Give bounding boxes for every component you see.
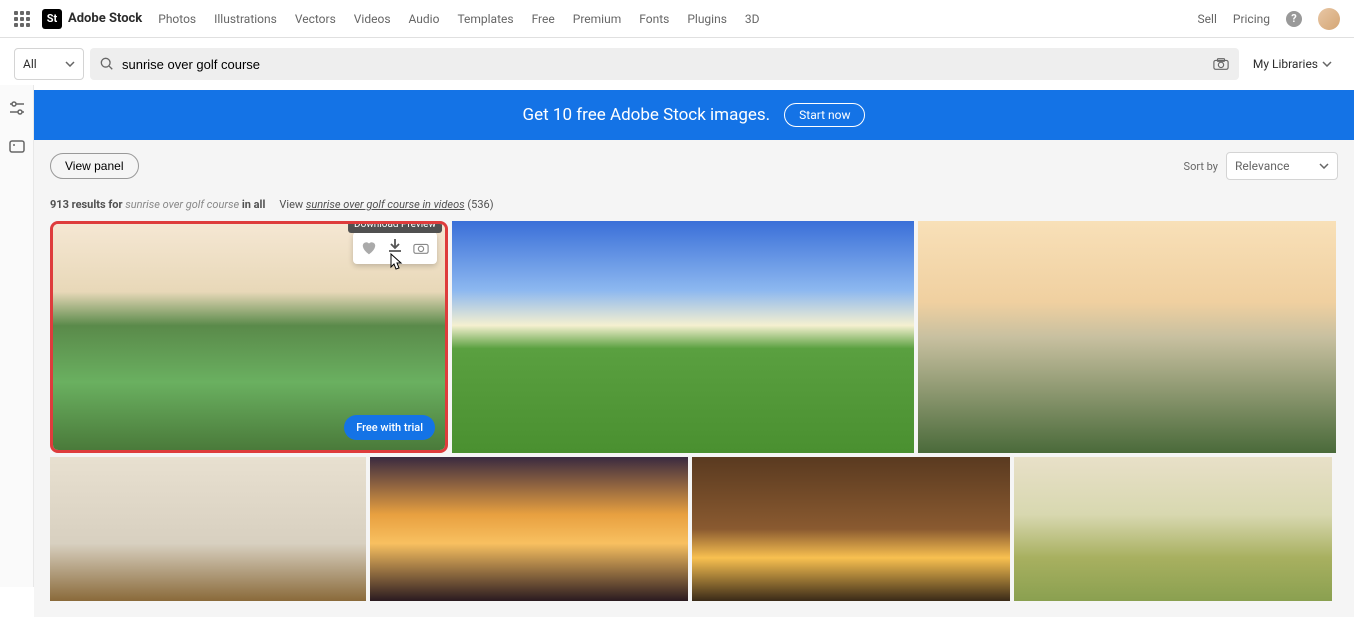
category-value: All [23, 57, 37, 71]
thumbnail-1[interactable]: Download Preview Free with trial [50, 221, 448, 453]
nav-premium[interactable]: Premium [573, 12, 621, 26]
results-summary: 913 results for sunrise over golf course… [50, 198, 1338, 211]
free-with-trial-button[interactable]: Free with trial [344, 415, 435, 440]
cursor-icon [387, 252, 403, 272]
search-input[interactable] [122, 57, 1205, 72]
banner-text: Get 10 free Adobe Stock images. [523, 105, 771, 125]
category-select[interactable]: All [14, 48, 84, 80]
videos-count: (536) [467, 198, 493, 211]
results-in-all: in all [242, 198, 266, 211]
promo-banner: Get 10 free Adobe Stock images. Start no… [34, 90, 1354, 140]
help-icon[interactable]: ? [1286, 11, 1302, 27]
results-query: sunrise over golf course [125, 198, 239, 211]
brand-logo[interactable]: St Adobe Stock [42, 9, 142, 29]
sort-value: Relevance [1235, 159, 1290, 173]
nav-photos[interactable]: Photos [158, 12, 196, 26]
nav-illustrations[interactable]: Illustrations [214, 12, 277, 26]
pricing-link[interactable]: Pricing [1233, 12, 1270, 26]
nav: Photos Illustrations Vectors Videos Audi… [158, 12, 759, 26]
nav-vectors[interactable]: Vectors [295, 12, 336, 26]
filter-icon[interactable] [8, 99, 26, 117]
results-grid: Download Preview Free with trial [50, 221, 1338, 601]
nav-audio[interactable]: Audio [409, 12, 440, 26]
nav-fonts[interactable]: Fonts [639, 12, 669, 26]
avatar[interactable] [1318, 8, 1340, 30]
results-count: 913 results for [50, 198, 123, 211]
search-input-wrap [90, 48, 1239, 80]
my-libraries-label: My Libraries [1253, 57, 1318, 71]
thumbnail-4[interactable] [50, 457, 366, 601]
videos-link[interactable]: sunrise over golf course in videos [306, 198, 465, 211]
nav-3d[interactable]: 3D [745, 12, 760, 26]
thumbnail-3[interactable] [918, 221, 1336, 453]
left-rail [0, 85, 34, 587]
nav-plugins[interactable]: Plugins [687, 12, 727, 26]
brand-name: Adobe Stock [68, 11, 142, 26]
apps-icon[interactable] [14, 11, 30, 27]
camera-icon[interactable] [1213, 57, 1229, 71]
search-icon [100, 57, 114, 71]
thumbnail-2[interactable] [452, 221, 914, 453]
start-now-button[interactable]: Start now [784, 103, 865, 127]
history-icon[interactable] [8, 137, 26, 155]
logo-glyph: St [42, 9, 62, 29]
thumbnail-5[interactable] [370, 457, 688, 601]
chevron-down-icon [65, 61, 75, 67]
chevron-down-icon [1319, 163, 1329, 169]
thumbnail-6[interactable] [692, 457, 1010, 601]
sell-link[interactable]: Sell [1198, 12, 1217, 26]
license-camera-icon[interactable] [413, 240, 429, 256]
heart-icon[interactable] [361, 240, 377, 256]
thumbnail-7[interactable] [1014, 457, 1332, 601]
download-tooltip: Download Preview [348, 221, 442, 233]
sort-select[interactable]: Relevance [1226, 152, 1338, 180]
view-panel-button[interactable]: View panel [50, 153, 139, 179]
sort-by-label: Sort by [1184, 160, 1218, 173]
nav-templates[interactable]: Templates [457, 12, 513, 26]
nav-videos[interactable]: Videos [354, 12, 391, 26]
view-prefix: View [279, 198, 303, 211]
chevron-down-icon [1322, 61, 1332, 67]
my-libraries[interactable]: My Libraries [1245, 57, 1340, 71]
nav-free[interactable]: Free [532, 12, 555, 26]
